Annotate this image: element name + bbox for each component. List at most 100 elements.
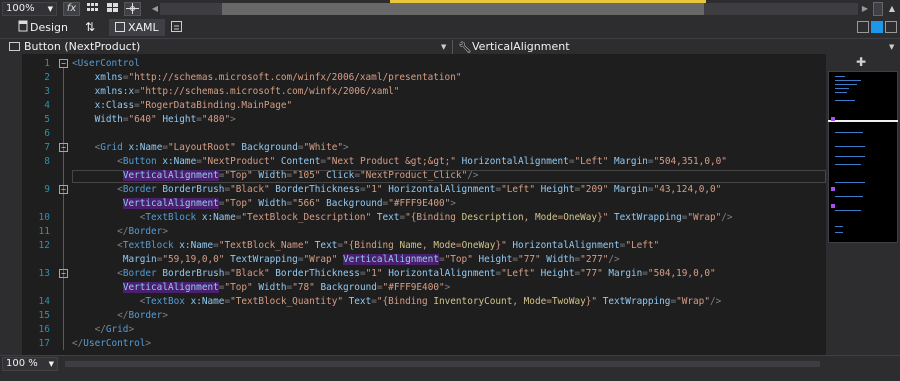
collapse-icon[interactable]: − [59, 185, 68, 194]
tab-xaml-label: XAML [128, 21, 159, 34]
code-line[interactable]: <Button x:Name="NextProduct" Content="Ne… [72, 155, 727, 168]
map-line [835, 182, 865, 183]
swap-panes-button[interactable]: ⇅ [85, 19, 95, 36]
code-line[interactable]: <Grid x:Name="LayoutRoot" Background="Wh… [72, 141, 349, 154]
line-number: 1 [44, 58, 50, 69]
editor-status-bar: 100 % ▼ [0, 355, 900, 371]
line-number: 4 [44, 100, 50, 111]
scroll-right-icon[interactable]: ▶ [860, 3, 870, 15]
navigation-bar: Button (NextProduct) ▼ 🔧︎ VerticalAlignm… [0, 38, 900, 54]
swap-icon: ⇅ [85, 20, 96, 34]
horizontal-split-icon[interactable] [871, 21, 883, 33]
chevron-down-icon: ▼ [48, 360, 54, 368]
property-dropdown[interactable]: VerticalAlignment [472, 40, 570, 54]
collapse-pane-icon[interactable] [171, 21, 182, 32]
snap-grid-icon[interactable] [104, 2, 121, 16]
snap-lines-icon[interactable] [124, 2, 141, 16]
chevron-down-icon[interactable]: ▼ [889, 40, 894, 54]
navbar-divider [452, 40, 453, 54]
line-number: 13 [38, 268, 50, 279]
bottom-strip [0, 371, 900, 381]
line-number: 17 [38, 338, 50, 349]
line-number: 5 [44, 114, 50, 125]
code-line[interactable]: <TextBlock x:Name="TextBlock_Description… [72, 211, 733, 224]
xaml-view-icon [115, 22, 125, 32]
map-line [835, 196, 863, 197]
code-line[interactable]: </UserControl> [72, 337, 151, 350]
line-number: 16 [38, 324, 50, 335]
code-line[interactable]: <TextBox x:Name="TextBlock_Quantity" Tex… [72, 295, 722, 308]
line-number: 2 [44, 72, 50, 83]
collapse-icon[interactable] [885, 21, 897, 33]
outline-line [63, 68, 64, 350]
editor-zoom-value: 100 % [6, 358, 38, 369]
code-line[interactable]: <Border BorderBrush="Black" BorderThickn… [72, 183, 721, 196]
map-marker [831, 204, 835, 208]
map-line [835, 164, 861, 165]
scrollbar-thumb[interactable] [222, 3, 704, 15]
element-dropdown[interactable]: Button (NextProduct) [24, 40, 140, 54]
map-line [835, 156, 865, 157]
expand-up-icon[interactable]: ▲ [886, 2, 898, 16]
fx-button[interactable]: fx [63, 2, 80, 16]
code-line[interactable]: Margin="59,19,0,0" TextWrapping="Wrap" V… [72, 253, 620, 266]
editor-zoom-select[interactable]: 100 % ▼ [2, 357, 58, 371]
chevron-down-icon[interactable]: ▼ [441, 40, 446, 54]
line-number: 8 [44, 156, 50, 167]
line-number: 10 [38, 212, 50, 223]
zoom-value: 100% [6, 3, 35, 14]
map-marker [831, 117, 835, 121]
map-line [835, 100, 855, 101]
element-dropdown-value: Button (NextProduct) [24, 40, 141, 53]
collapse-icon[interactable]: − [59, 143, 68, 152]
collapse-icon[interactable]: − [59, 269, 68, 278]
split-handle-icon[interactable]: ✚ [855, 56, 867, 68]
code-line[interactable]: </Grid> [72, 323, 135, 336]
property-dropdown-value: VerticalAlignment [472, 40, 570, 53]
editor-horizontal-scrollbar[interactable] [65, 361, 820, 367]
code-map[interactable] [828, 71, 898, 243]
line-number: 9 [44, 184, 50, 195]
map-marker [831, 187, 835, 191]
code-line[interactable]: VerticalAlignment="Top" Width="105" Clic… [72, 169, 479, 182]
line-number: 14 [38, 296, 50, 307]
tab-design[interactable]: Design [30, 19, 68, 36]
scroll-left-icon[interactable]: ◀ [150, 3, 160, 15]
code-line[interactable]: </Border> [72, 309, 168, 322]
grid-icon[interactable] [84, 2, 101, 16]
code-line[interactable]: Width="640" Height="480"> [72, 113, 236, 126]
tab-xaml[interactable]: XAML [109, 19, 165, 36]
code-line[interactable]: <UserControl [72, 57, 140, 70]
code-line[interactable]: xmlns:x="http://schemas.microsoft.com/wi… [72, 85, 400, 98]
map-line [835, 80, 861, 81]
map-line [835, 132, 863, 133]
splitter-handle[interactable] [873, 2, 883, 16]
code-line[interactable]: </Border> [72, 225, 168, 238]
code-line[interactable]: <Border BorderBrush="Black" BorderThickn… [72, 267, 716, 280]
map-line [835, 84, 857, 85]
code-line[interactable]: x:Class="RogerDataBinding.MainPage" [72, 99, 293, 112]
map-line [835, 88, 849, 89]
map-viewport[interactable] [828, 120, 898, 122]
code-line[interactable]: VerticalAlignment="Top" Width="566" Back… [72, 197, 456, 210]
xaml-editor[interactable]: 1 2 3 4 5 6 7 8 9 10 11 12 13 14 15 16 1… [0, 54, 826, 355]
design-view-icon [18, 20, 28, 32]
tab-design-label: Design [30, 21, 68, 34]
wrench-icon: 🔧︎ [458, 41, 472, 54]
element-icon [9, 42, 20, 51]
map-line [835, 210, 861, 211]
code-line[interactable]: <TextBlock x:Name="TextBlock_Name" Text=… [72, 239, 659, 252]
map-line [835, 232, 843, 233]
map-line [835, 146, 865, 147]
zoom-select[interactable]: 100% ▼ [2, 2, 57, 16]
artboard-preview [390, 0, 706, 3]
line-number: 6 [44, 128, 50, 139]
map-line [835, 226, 843, 227]
line-number: 7 [44, 142, 50, 153]
collapse-icon[interactable]: − [59, 59, 68, 68]
fx-label: fx [66, 3, 77, 14]
vertical-split-icon[interactable] [857, 21, 869, 33]
code-line[interactable]: xmlns="http://schemas.microsoft.com/winf… [72, 71, 462, 84]
code-line[interactable]: VerticalAlignment="Top" Width="78" Backg… [72, 281, 450, 294]
line-number: 3 [44, 86, 50, 97]
